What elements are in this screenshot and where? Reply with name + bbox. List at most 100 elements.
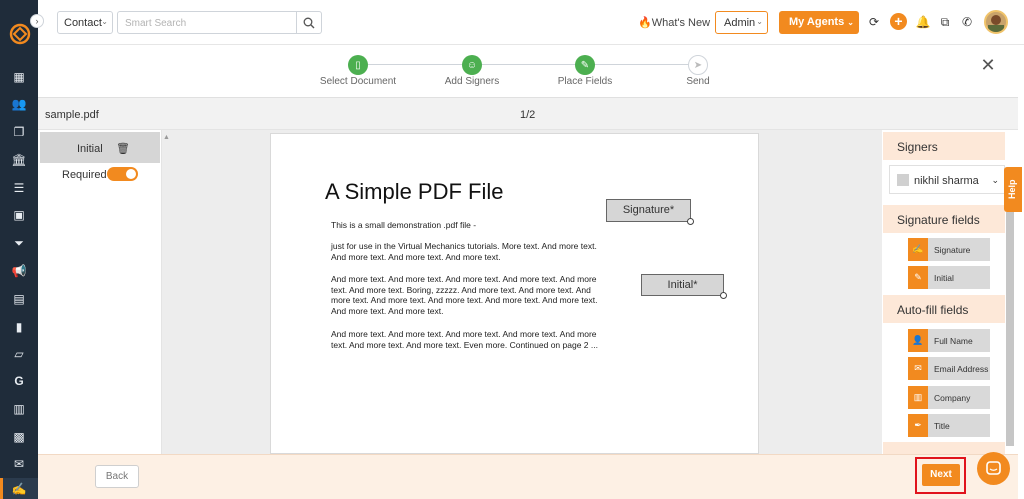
file-icon[interactable]: ▤: [12, 292, 26, 306]
widget-label: Company: [934, 393, 971, 403]
widget-settings-panel: Initial 🗑 Required: [38, 130, 162, 454]
panel-scrollbar[interactable]: [1006, 212, 1014, 446]
full-name-widget[interactable]: 👤 Full Name: [908, 329, 990, 352]
trash-icon[interactable]: 🗑: [116, 142, 130, 155]
footer-bar: Back Next: [38, 454, 1018, 499]
signature-field[interactable]: Signature*: [606, 199, 694, 225]
person-icon: 👤: [908, 329, 928, 352]
document-paragraph: This is a small demonstration .pdf file …: [331, 220, 477, 230]
chevron-down-icon: ⌄: [991, 175, 999, 185]
step-label: Select Document: [319, 76, 397, 87]
bell-icon[interactable]: 🔔: [915, 14, 931, 30]
collapse-nav-button[interactable]: ›: [30, 14, 44, 28]
chevron-down-icon: ⌄: [756, 17, 763, 26]
signer-color-swatch: [897, 174, 909, 186]
chevron-down-icon: ⌄: [847, 18, 854, 27]
left-nav: ▦ 👥 ❐ 🏛 ☰ ▣ ⏷ 📢 ▤ ▮ ▱ G ▥ ▩ ✉ ✍: [0, 0, 38, 499]
brand-logo-icon[interactable]: [9, 23, 31, 45]
reports-icon[interactable]: ▮: [12, 320, 26, 334]
top-bar: Contact ⌄ Smart Search 🔥What's New Admin…: [38, 0, 1024, 45]
app-root: ▦ 👥 ❐ 🏛 ☰ ▣ ⏷ 📢 ▤ ▮ ▱ G ▥ ▩ ✉ ✍ › Contac…: [0, 0, 1024, 499]
resize-handle[interactable]: [687, 218, 694, 225]
pen-icon: ✒: [908, 414, 928, 437]
step-add-signers-icon: ☺: [462, 55, 482, 75]
title-widget[interactable]: ✒ Title: [908, 414, 990, 437]
company-widget[interactable]: ▥ Company: [908, 386, 990, 409]
page-indicator: 1/2: [520, 109, 536, 121]
whats-new-link[interactable]: 🔥What's New: [638, 16, 710, 29]
list-icon[interactable]: ☰: [12, 181, 26, 195]
file-bar: sample.pdf 1/2: [38, 98, 1018, 130]
widget-label: Title: [934, 421, 950, 431]
my-agents-button[interactable]: My Agents ⌄: [779, 11, 859, 34]
next-button[interactable]: Next: [922, 464, 960, 486]
signature-widget[interactable]: ✍ Signature: [908, 238, 990, 261]
folder-icon[interactable]: ▱: [12, 347, 26, 361]
required-label: Required: [62, 169, 107, 181]
documents-icon[interactable]: ❐: [12, 125, 26, 139]
megaphone-icon[interactable]: 📢: [12, 264, 27, 278]
signers-heading: Signers: [883, 132, 1005, 160]
activity-icon[interactable]: ⧉: [937, 14, 953, 30]
signature-field-label: Signature*: [622, 204, 675, 216]
initial-icon: ✎: [908, 266, 928, 289]
close-icon[interactable]: ✕: [980, 56, 996, 74]
signature-fields-heading: Signature fields: [883, 205, 1005, 233]
signature-icon[interactable]: ✍: [12, 482, 27, 496]
widget-label: Initial: [934, 273, 954, 283]
scroll-up-arrow[interactable]: ▲: [163, 134, 170, 141]
contacts-icon[interactable]: 👥: [12, 97, 27, 111]
google-icon[interactable]: G: [12, 374, 26, 388]
calendar-icon[interactable]: ▩: [12, 430, 26, 444]
my-agents-label: My Agents: [789, 16, 845, 28]
contact-select[interactable]: Contact ⌄: [57, 11, 113, 34]
selected-widget-header: Initial 🗑: [40, 132, 160, 163]
contact-card-icon[interactable]: ▣: [12, 208, 26, 222]
mail-icon[interactable]: ✉: [12, 457, 26, 471]
progress-stepper: ▯ Select Document ☺ Add Signers ✎ Place …: [38, 45, 1018, 98]
search-icon: [303, 17, 314, 28]
search-button[interactable]: [296, 11, 322, 34]
document-paragraph: just for use in the Virtual Mechanics tu…: [331, 241, 597, 262]
step-label: Add Signers: [444, 76, 500, 87]
add-icon[interactable]: +: [890, 13, 907, 30]
dashboard-icon[interactable]: ▦: [12, 70, 26, 84]
signature-icon: ✍: [908, 238, 928, 261]
admin-select[interactable]: Admin ⌄: [715, 11, 768, 34]
initial-widget[interactable]: ✎ Initial: [908, 266, 990, 289]
step-select-document-icon: ▯: [348, 55, 368, 75]
required-toggle[interactable]: [107, 167, 138, 181]
email-address-widget[interactable]: ✉ Email Address: [908, 357, 990, 380]
smart-search-input[interactable]: Smart Search: [117, 11, 297, 34]
widget-label: Signature: [934, 245, 971, 255]
refresh-icon[interactable]: ⟳: [866, 14, 882, 30]
bank-icon[interactable]: 🏛: [11, 153, 26, 167]
fields-panel: Signers nikhil sharma ⌄ Signature fields…: [882, 130, 1018, 454]
initial-field-label: Initial*: [667, 279, 698, 291]
pdf-page[interactable]: A Simple PDF File This is a small demons…: [270, 133, 759, 454]
step-label: Place Fields: [557, 76, 613, 87]
initial-field[interactable]: Initial*: [641, 274, 727, 299]
contact-select-label: Contact: [64, 17, 102, 29]
help-tab[interactable]: Help: [1004, 167, 1022, 212]
widget-label: Email Address: [934, 364, 989, 374]
bulb-icon: 🔥: [638, 17, 652, 29]
document-paragraph: And more text. And more text. And more t…: [331, 274, 598, 316]
resize-handle[interactable]: [720, 292, 727, 299]
chat-icon[interactable]: [977, 452, 1010, 485]
phone-icon[interactable]: ✆: [959, 14, 975, 30]
selected-widget-label: Initial: [77, 143, 103, 155]
notes-icon[interactable]: ▥: [12, 402, 26, 416]
document-canvas: A Simple PDF File This is a small demons…: [162, 130, 882, 454]
help-label: Help: [1007, 179, 1017, 199]
signer-name: nikhil sharma: [914, 175, 979, 187]
document-paragraph: And more text. And more text. And more t…: [331, 329, 598, 350]
avatar[interactable]: [984, 10, 1008, 34]
back-button[interactable]: Back: [95, 465, 139, 488]
signer-select[interactable]: nikhil sharma ⌄: [889, 165, 1005, 194]
autofill-heading: Auto-fill fields: [883, 295, 1005, 323]
filter-icon[interactable]: ⏷: [12, 236, 26, 250]
step-place-fields-icon: ✎: [575, 55, 595, 75]
step-label: Send: [686, 76, 710, 87]
admin-select-label: Admin: [724, 17, 756, 29]
